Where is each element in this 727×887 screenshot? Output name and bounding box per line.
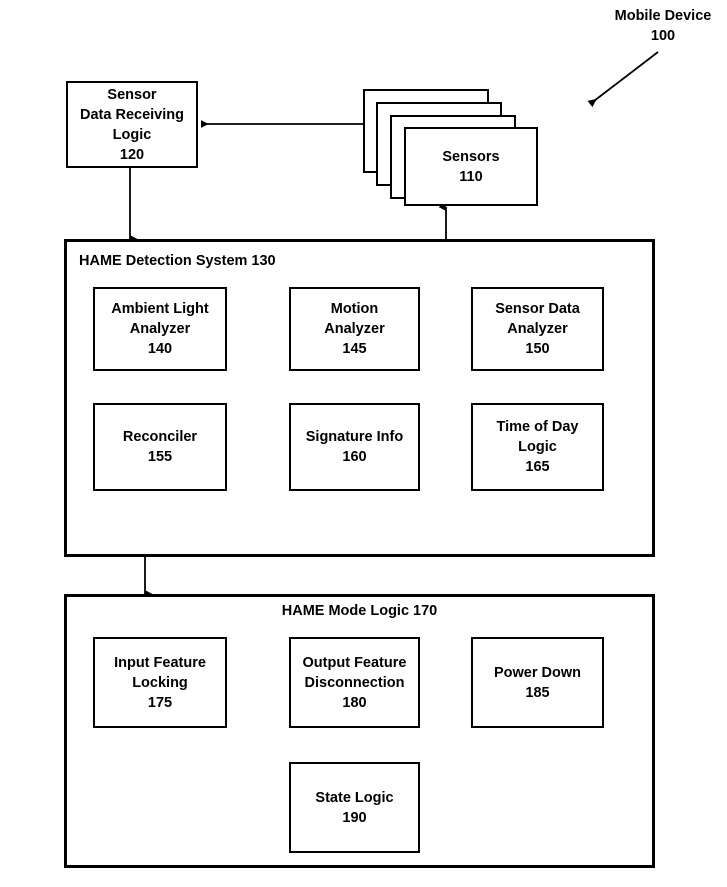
sensors-ref: 110 — [459, 168, 483, 185]
output-feature-disconnection-label: Output Feature Disconnection 180 — [289, 637, 420, 728]
time-of-day-logic-label: Time of Day Logic 165 — [471, 403, 604, 491]
state-logic-label: State Logic 190 — [289, 762, 420, 853]
time-of-day-logic-line-1: Time of Day — [496, 419, 579, 435]
reconciler-ref: 155 — [147, 449, 173, 465]
input-feature-locking-line-1: Input Feature — [114, 654, 206, 671]
sensor-data-analyzer-label: Sensor Data Analyzer 150 — [471, 287, 604, 371]
receiving-logic-line-2: Data Receiving — [80, 106, 184, 123]
state-logic-ref: 190 — [342, 809, 367, 826]
mobile-device-label: Mobile Device 100 — [604, 6, 722, 46]
input-feature-locking-line-2: Locking — [132, 674, 188, 691]
motion-analyzer-label: Motion Analyzer 145 — [289, 287, 420, 371]
hame-detection-system-title: HAME Detection System 130 — [79, 251, 276, 271]
signature-info-ref: 160 — [342, 449, 367, 465]
hame-detection-system-title-text: HAME Detection System 130 — [79, 253, 276, 269]
receiving-logic-ref: 120 — [119, 146, 145, 163]
ambient-light-analyzer-line-1: Ambient Light — [111, 301, 209, 317]
sensor-data-analyzer-line-1: Sensor Data — [495, 301, 580, 317]
power-down-label: Power Down 185 — [471, 637, 604, 728]
mobile-device-leader-arrow — [587, 51, 659, 108]
sensors-title: Sensors — [442, 148, 500, 165]
state-logic-line-1: State Logic — [315, 789, 394, 806]
figure-canvas: Mobile Device 100 Sensor Data Receiving … — [0, 0, 727, 887]
sensor-data-receiving-logic-label: Sensor Data Receiving Logic 120 — [66, 81, 198, 168]
sensor-data-analyzer-line-2: Analyzer — [507, 321, 568, 337]
signature-info-line-1: Signature Info — [305, 429, 404, 445]
output-feature-disconnection-line-2: Disconnection — [304, 674, 405, 691]
power-down-ref: 185 — [525, 684, 550, 701]
reconciler-label: Reconciler 155 — [93, 403, 227, 491]
hame-mode-logic-title-text: HAME Mode Logic 170 — [281, 603, 438, 619]
hame-mode-logic-title: HAME Mode Logic 170 — [64, 601, 655, 621]
sensors-label: Sensors 110 — [404, 127, 538, 206]
ambient-light-analyzer-line-2: Analyzer — [129, 321, 191, 337]
motion-analyzer-line-2: Analyzer — [324, 321, 385, 337]
sensor-data-analyzer-ref: 150 — [525, 341, 550, 357]
mobile-device-title: Mobile Device — [614, 8, 712, 24]
ambient-light-analyzer-ref: 140 — [147, 341, 173, 357]
input-feature-locking-label: Input Feature Locking 175 — [93, 637, 227, 728]
time-of-day-logic-ref: 165 — [525, 459, 550, 475]
motion-analyzer-ref: 145 — [342, 341, 367, 357]
receiving-logic-line-1: Sensor — [107, 86, 157, 103]
power-down-line-1: Power Down — [493, 664, 581, 681]
time-of-day-logic-line-2: Logic — [518, 439, 557, 455]
signature-info-label: Signature Info 160 — [289, 403, 420, 491]
motion-analyzer-line-1: Motion — [330, 301, 379, 317]
output-feature-disconnection-line-1: Output Feature — [302, 654, 407, 671]
input-feature-locking-ref: 175 — [147, 694, 173, 711]
reconciler-line-1: Reconciler — [122, 429, 198, 445]
output-feature-disconnection-ref: 180 — [342, 694, 367, 711]
ambient-light-analyzer-label: Ambient Light Analyzer 140 — [93, 287, 227, 371]
mobile-device-ref: 100 — [650, 28, 676, 44]
receiving-logic-line-3: Logic — [112, 126, 152, 143]
